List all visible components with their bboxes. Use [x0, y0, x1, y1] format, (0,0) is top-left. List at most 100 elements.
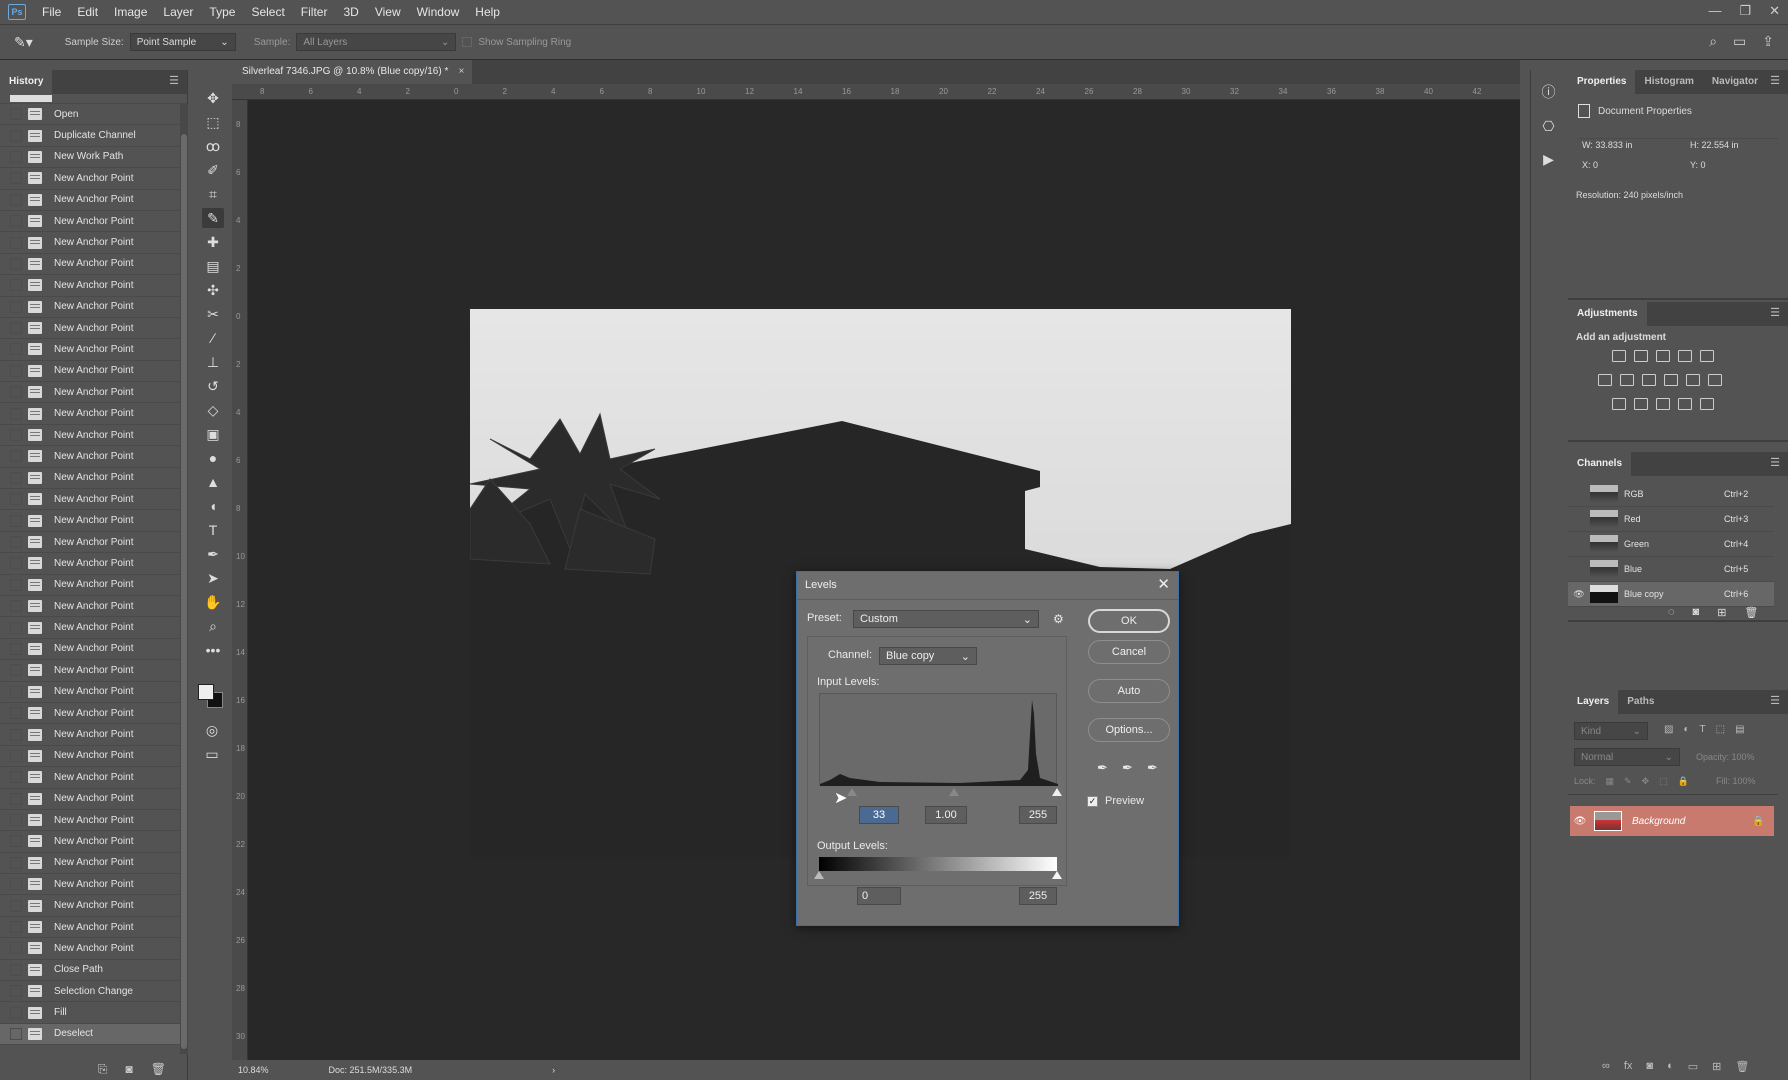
x-value[interactable]: 0	[1593, 160, 1598, 170]
history-item[interactable]: New Anchor Point	[0, 318, 187, 340]
minimize-button[interactable]: —	[1708, 0, 1721, 22]
layer-mask-icon[interactable]: ◙	[1646, 1060, 1653, 1073]
black-point-eyedropper-icon[interactable]: ✒	[1097, 760, 1108, 776]
history-source-checkbox[interactable]	[10, 364, 22, 377]
history-source-checkbox[interactable]	[10, 193, 22, 206]
sample-select[interactable]: All Layers ⌄	[296, 33, 457, 51]
workspace-icon[interactable]: ▭	[1733, 33, 1746, 50]
eye-icon[interactable]: 👁	[1572, 589, 1586, 600]
opacity-value[interactable]: 100%	[1732, 752, 1755, 762]
history-scroll-thumb[interactable]	[181, 134, 187, 1049]
panel-menu-icon[interactable]: ☰	[1770, 694, 1780, 707]
menu-filter[interactable]: Filter	[293, 0, 336, 24]
history-item[interactable]: New Anchor Point	[0, 810, 187, 832]
history-source-checkbox[interactable]	[10, 386, 22, 399]
selective-color-icon[interactable]	[1678, 398, 1692, 410]
tab-paths[interactable]: Paths	[1618, 690, 1663, 714]
tab-channels[interactable]: Channels	[1568, 452, 1632, 476]
preset-select[interactable]: Custom ⌄	[853, 610, 1039, 628]
history-item[interactable]: New Anchor Point	[0, 660, 187, 682]
channel-row-blue-copy[interactable]: 👁 Blue copy Ctrl+6	[1568, 582, 1774, 607]
history-source-checkbox[interactable]	[10, 450, 22, 463]
save-selection-icon[interactable]: ◙	[1693, 606, 1700, 619]
auto-button[interactable]: Auto	[1088, 679, 1170, 703]
history-source-checkbox[interactable]	[10, 749, 22, 762]
preset-options-gear-icon[interactable]: ⚙	[1053, 612, 1064, 626]
close-icon[interactable]: ✕	[1157, 572, 1170, 598]
channel-row-rgb[interactable]: RGB Ctrl+2	[1568, 482, 1774, 507]
history-source-checkbox[interactable]	[10, 985, 22, 998]
history-item[interactable]: New Anchor Point	[0, 297, 187, 318]
menu-file[interactable]: File	[34, 0, 69, 24]
levels-icon[interactable]	[1634, 350, 1648, 362]
history-source-checkbox[interactable]	[10, 1006, 22, 1019]
menu-help[interactable]: Help	[467, 0, 508, 24]
history-source-checkbox[interactable]	[10, 257, 22, 270]
history-source-checkbox[interactable]	[10, 835, 22, 848]
cancel-button[interactable]: Cancel	[1088, 640, 1170, 664]
history-item[interactable]: New Anchor Point	[0, 724, 187, 746]
levels-titlebar[interactable]: Levels ✕	[797, 572, 1178, 600]
history-item[interactable]: New Anchor Point	[0, 617, 187, 639]
shape-filter-icon[interactable]: ⬚	[1716, 724, 1725, 735]
hue-saturation-icon[interactable]	[1598, 374, 1612, 386]
history-item[interactable]: New Anchor Point	[0, 575, 187, 596]
history-item[interactable]: New Anchor Point	[0, 168, 187, 190]
menu-edit[interactable]: Edit	[69, 0, 106, 24]
close-window-button[interactable]: ✕	[1769, 0, 1780, 22]
trash-icon[interactable]: 🗑	[1735, 1060, 1749, 1073]
channel-row-blue[interactable]: Blue Ctrl+5	[1568, 557, 1774, 582]
history-item[interactable]: New Anchor Point	[0, 232, 187, 254]
preview-checkbox[interactable]: ✓	[1087, 796, 1098, 807]
channel-mixer-icon[interactable]	[1686, 374, 1700, 386]
layer-kind-filter[interactable]: Kind ⌄	[1574, 722, 1648, 740]
marquee-tool-icon[interactable]: ⬚	[202, 112, 224, 132]
history-item[interactable]: New Anchor Point	[0, 895, 187, 917]
vertical-ruler[interactable]: 8 6 4 2 0 2 4 6 8 10 12 14 16 18 20 22 24 26 28 30	[232, 100, 248, 1060]
history-item[interactable]: Open	[0, 104, 187, 126]
tab-layers[interactable]: Layers	[1568, 690, 1619, 714]
tab-properties[interactable]: Properties	[1568, 70, 1636, 94]
lock-artboard-icon[interactable]: ⬚	[1659, 776, 1668, 787]
history-item[interactable]: Duplicate Channel	[0, 125, 187, 147]
history-item[interactable]: New Anchor Point	[0, 746, 187, 768]
height-value[interactable]: 22.554 in	[1702, 140, 1739, 150]
output-white-field[interactable]	[1019, 887, 1057, 905]
input-black-field[interactable]	[859, 806, 899, 824]
restore-button[interactable]: ❐	[1739, 0, 1751, 22]
threshold-icon[interactable]	[1656, 398, 1670, 410]
history-item[interactable]: New Anchor Point	[0, 874, 187, 896]
close-icon[interactable]: ×	[459, 60, 465, 84]
history-item[interactable]: New Anchor Point	[0, 425, 187, 447]
doc-size[interactable]: Doc: 251.5M/335.3M	[329, 1065, 413, 1075]
brightness-contrast-icon[interactable]	[1612, 350, 1626, 362]
lasso-tool-icon[interactable]: ꝏ	[202, 136, 224, 156]
lock-position-icon[interactable]: ✥	[1642, 776, 1650, 787]
camera-icon[interactable]: ◙	[126, 1062, 133, 1076]
tab-adjustments[interactable]: Adjustments	[1568, 302, 1647, 326]
history-source-checkbox[interactable]	[10, 407, 22, 420]
input-white-field[interactable]	[1019, 806, 1057, 824]
red-eye-tool-icon[interactable]: ✂	[202, 304, 224, 324]
sample-size-select[interactable]: Point Sample ⌄	[129, 33, 236, 51]
eyedropper-tool-preset-icon[interactable]: ✎▾	[14, 34, 33, 51]
history-source-checkbox[interactable]	[10, 963, 22, 976]
new-channel-icon[interactable]: ⊞	[1717, 606, 1726, 619]
history-source-checkbox[interactable]	[10, 942, 22, 955]
blur-tool-icon[interactable]: ●	[202, 448, 224, 468]
history-source-checkbox[interactable]	[10, 771, 22, 784]
panel-menu-icon[interactable]: ☰	[1770, 456, 1780, 469]
output-white-slider[interactable]	[1052, 871, 1062, 879]
new-document-from-state-icon[interactable]: ⎘	[98, 1062, 108, 1077]
channel-select[interactable]: Blue copy ⌄	[879, 647, 977, 665]
history-item[interactable]: New Anchor Point	[0, 938, 187, 960]
history-item[interactable]: New Anchor Point	[0, 831, 187, 853]
layer-row-background[interactable]: 👁 Background 🔒	[1570, 806, 1774, 836]
type-tool-icon[interactable]: T	[202, 520, 224, 540]
history-source-checkbox[interactable]	[10, 129, 22, 142]
menu-type[interactable]: Type	[201, 0, 243, 24]
posterize-icon[interactable]	[1634, 398, 1648, 410]
lock-all-icon[interactable]: 🔒	[1678, 776, 1689, 787]
history-source-checkbox[interactable]	[10, 878, 22, 891]
history-item[interactable]: New Anchor Point	[0, 339, 187, 361]
